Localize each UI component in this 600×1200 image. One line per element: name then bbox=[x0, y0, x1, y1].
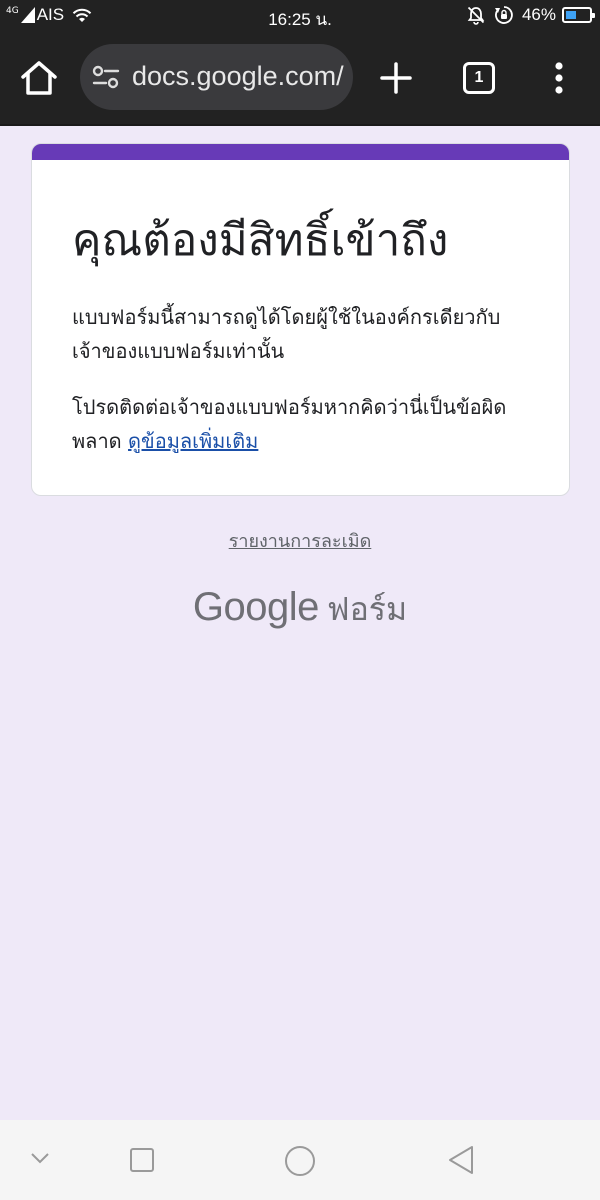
report-abuse-container: รายงานการละเมิด bbox=[0, 526, 600, 555]
learn-more-link[interactable]: ดูข้อมูลเพิ่มเติม bbox=[128, 429, 258, 453]
toolbar-divider bbox=[0, 124, 600, 126]
url-text[interactable]: docs.google.com/ bbox=[132, 61, 344, 92]
tune-icon[interactable] bbox=[92, 64, 120, 90]
battery-fill bbox=[566, 11, 577, 19]
rotation-lock-icon bbox=[494, 6, 513, 24]
tab-switcher-button[interactable]: 1 bbox=[463, 62, 495, 94]
google-forms-logo: Google ฟอร์ม bbox=[0, 584, 600, 635]
status-bar: 4G AIS 16:25 น. 46% bbox=[0, 0, 600, 32]
report-abuse-link[interactable]: รายงานการละเมิด bbox=[229, 531, 372, 552]
url-bar[interactable]: docs.google.com/ bbox=[80, 44, 353, 110]
product-name: ฟอร์ม bbox=[326, 590, 408, 628]
battery-icon bbox=[562, 7, 595, 23]
more-vert-icon[interactable] bbox=[548, 58, 570, 98]
home-icon[interactable] bbox=[18, 58, 60, 98]
card-message: แบบฟอร์มนี้สามารถดูได้โดยผู้ใช้ในองค์กรเ… bbox=[72, 305, 501, 363]
access-required-card: คุณต้องมีสิทธิ์เข้าถึง แบบฟอร์มนี้สามารถ… bbox=[31, 143, 570, 496]
system-nav-bar bbox=[0, 1120, 600, 1200]
browser-toolbar: docs.google.com/ 1 bbox=[0, 32, 600, 124]
chevron-down-icon[interactable] bbox=[28, 1150, 52, 1166]
brand-name: Google bbox=[192, 585, 319, 629]
plus-icon[interactable] bbox=[378, 60, 414, 96]
triangle-back-icon[interactable] bbox=[446, 1144, 476, 1176]
card-contact-message: โปรดติดต่อเจ้าของแบบฟอร์มหากคิดว่านี่เป็… bbox=[72, 390, 542, 458]
circle-home-icon[interactable] bbox=[283, 1144, 317, 1178]
square-recents-icon[interactable] bbox=[128, 1146, 156, 1174]
battery-percent: 46% bbox=[521, 5, 556, 24]
bell-off-icon bbox=[467, 6, 485, 25]
card-accent-bar bbox=[32, 144, 569, 160]
status-right: 46% bbox=[458, 5, 595, 25]
page-title: คุณต้องมีสิทธิ์เข้าถึง bbox=[72, 215, 449, 266]
